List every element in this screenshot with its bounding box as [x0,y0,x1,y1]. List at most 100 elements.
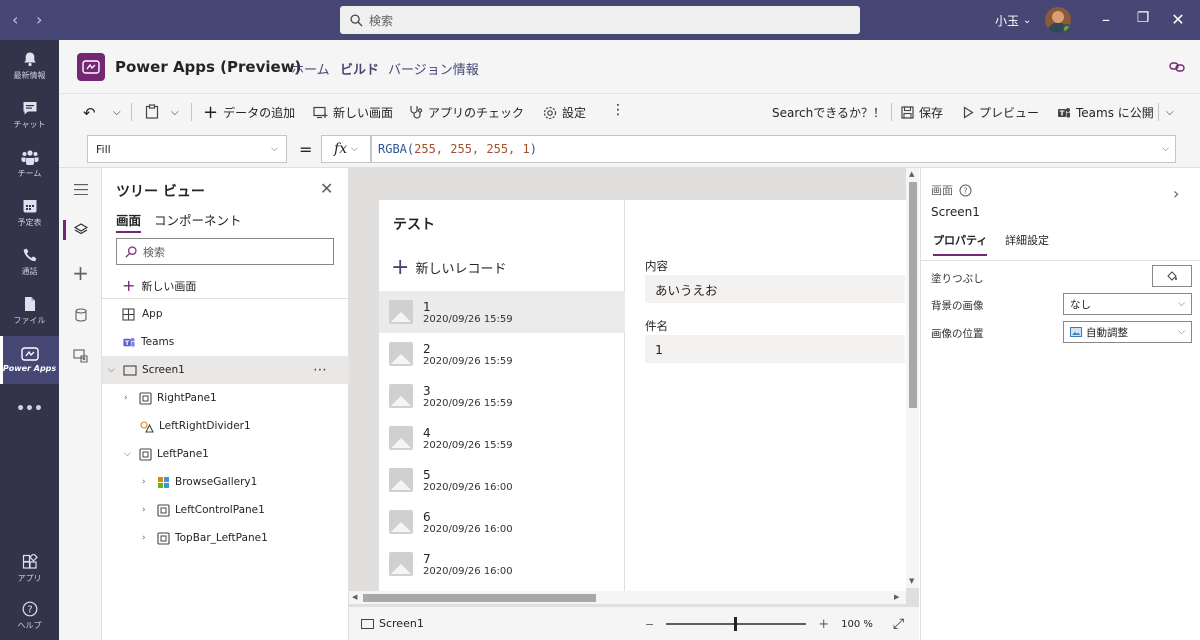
paste-icon[interactable] [145,104,159,119]
preview-button[interactable]: プレビュー [963,104,1039,121]
gallery-item[interactable]: 2 2020/09/26 15:59 [379,333,625,375]
chevron-right-icon[interactable]: › [124,393,134,403]
tab-properties[interactable]: プロパティ [933,232,988,256]
add-data-button[interactable]: + データの追加 [203,103,295,121]
tab-build[interactable]: ビルド [340,59,379,78]
back-icon[interactable]: ‹ [12,10,18,29]
fx-button[interactable]: fx ⌵ [321,135,371,163]
formula-input[interactable]: RGBA(255, 255, 255, 1) ⌵ [371,135,1176,163]
hamburger-menu-icon[interactable] [59,171,102,207]
tree-node-browsegallery1[interactable]: › BrowseGallery1 [102,468,349,496]
gallery-item[interactable]: 1 2020/09/26 15:59 [379,291,625,333]
rail-item-calendar[interactable]: 予定表 [0,189,59,237]
rail-item-activity[interactable]: 最新情報 [0,42,59,90]
scroll-left-icon[interactable]: ◀ [352,593,357,601]
gallery-item[interactable]: 5 2020/09/26 16:00 [379,459,625,501]
tab-about[interactable]: バージョン情報 [388,59,479,78]
screen-selector[interactable]: Screen1 [361,617,424,630]
rail-item-files[interactable]: ファイル [0,287,59,335]
tab-advanced[interactable]: 詳細設定 [1005,232,1049,248]
link-icon[interactable] [1169,60,1185,74]
chevron-down-icon[interactable]: ⌵ [1166,107,1174,118]
chevron-right-icon[interactable]: › [142,505,152,515]
vertical-scrollbar[interactable]: ▲ ▼ [906,168,919,588]
zoom-out-button[interactable]: − [645,618,654,631]
search-input[interactable]: 検索 [340,6,860,34]
tree-view-layers-icon[interactable] [59,212,102,248]
chevron-down-icon[interactable]: ⌵ [171,107,179,118]
settings-button[interactable]: 設定 [543,104,586,121]
tab-components[interactable]: コンポーネント [154,210,242,229]
tree-node-leftrightdivider1[interactable]: LeftRightDivider1 [102,412,349,440]
property-dropdown[interactable]: Fill ⌵ [87,135,287,163]
chevron-right-icon[interactable]: › [142,533,152,543]
zoom-slider[interactable] [666,617,807,631]
zoom-slider-thumb[interactable] [734,617,738,631]
data-cylinder-icon[interactable] [59,297,102,333]
new-screen-button[interactable]: 新しい画面 [313,104,393,121]
expand-formula-icon[interactable]: ⌵ [1162,144,1169,154]
fill-color-picker[interactable] [1152,265,1192,287]
rail-item-chat[interactable]: チャット [0,91,59,139]
scroll-thumb[interactable] [363,594,596,602]
tree-node-leftcontrolpane1[interactable]: › LeftControlPane1 [102,496,349,524]
save-button[interactable]: 保存 [901,104,943,121]
control-type: 画面 ? [931,182,972,198]
chevron-down-icon[interactable]: ⌵ [124,449,134,459]
avatar[interactable] [1045,7,1071,33]
scroll-up-icon[interactable]: ▲ [909,170,914,178]
fit-to-window-icon[interactable]: ⤢ [893,616,904,632]
more-apps-icon[interactable]: ••• [0,385,59,433]
rail-item-powerapps[interactable]: Power Apps [0,336,59,384]
chevron-right-icon[interactable]: › [1173,184,1179,203]
insert-plus-icon[interactable]: + [59,255,102,291]
tab-screens[interactable]: 画面 [116,210,142,233]
gallery-item[interactable]: 6 2020/09/26 16:00 [379,501,625,543]
minimize-icon[interactable]: – [1096,10,1116,29]
design-canvas[interactable]: テスト + 新しいレコード 1 2020/09/26 15:59 2 2020/09/… [349,168,919,608]
close-icon[interactable]: ✕ [320,179,333,198]
tree-node-teams[interactable]: T Teams [102,328,349,356]
tree-node-app[interactable]: App [102,300,349,328]
chevron-down-icon[interactable]: ⌵ [113,107,121,118]
detail-subject-value[interactable]: 1 [645,335,905,363]
tab-home[interactable]: ホーム [291,59,330,78]
gallery-item[interactable]: 4 2020/09/26 15:59 [379,417,625,459]
scroll-right-icon[interactable]: ▶ [894,593,899,601]
more-options-icon[interactable]: ⋮ [611,102,625,118]
zoom-in-button[interactable]: + [818,617,829,632]
gallery-item[interactable]: 3 2020/09/26 15:59 [379,375,625,417]
user-menu[interactable]: 小玉 ⌄ [995,12,1031,29]
tree-node-topbar-leftpane1[interactable]: › TopBar_LeftPane1 [102,524,349,552]
rail-item-apps[interactable]: アプリ [0,545,59,593]
rail-item-calls[interactable]: 通話 [0,238,59,286]
help-icon[interactable]: ? [959,184,972,197]
media-icon[interactable] [59,338,102,374]
more-options-icon[interactable]: ⋯ [313,362,327,378]
publish-to-teams-button[interactable]: T Teams に公開 [1057,104,1154,121]
tree-node-rightpane1[interactable]: › RightPane1 [102,384,349,412]
left-pane[interactable]: テスト + 新しいレコード 1 2020/09/26 15:59 2 2020/09/… [379,200,625,592]
rail-item-teams[interactable]: チーム [0,140,59,188]
undo-icon[interactable]: ↶ [83,104,96,122]
horizontal-scrollbar[interactable]: ◀ ▶ [349,591,906,604]
rail-item-help[interactable]: ? ヘルプ [0,592,59,640]
forward-icon[interactable]: › [36,10,42,29]
tree-search-input[interactable]: 検索 [116,238,334,265]
tree-node-leftpane1[interactable]: ⌵ LeftPane1 [102,440,349,468]
background-image-dropdown[interactable]: なし ⌵ [1063,293,1192,315]
app-screen[interactable]: テスト + 新しいレコード 1 2020/09/26 15:59 2 2020/09/… [379,200,906,592]
gallery-item[interactable]: 7 2020/09/26 16:00 [379,543,625,585]
maximize-icon[interactable]: ❐ [1133,10,1153,26]
image-position-dropdown[interactable]: 自動調整 ⌵ [1063,321,1192,343]
chevron-down-icon[interactable]: ⌵ [108,365,118,375]
app-checker-button[interactable]: アプリのチェック [409,104,524,121]
scroll-down-icon[interactable]: ▼ [909,577,914,585]
chevron-right-icon[interactable]: › [142,477,152,487]
detail-content-value[interactable]: あいうえお [645,275,905,303]
scroll-thumb[interactable] [909,182,917,408]
tree-node-screen1[interactable]: ⌵ Screen1 ⋯ [102,356,349,384]
new-record-button[interactable]: + 新しいレコード [391,256,506,278]
new-screen-link[interactable]: + 新しい画面 [122,278,196,294]
close-window-icon[interactable]: ✕ [1168,10,1188,29]
